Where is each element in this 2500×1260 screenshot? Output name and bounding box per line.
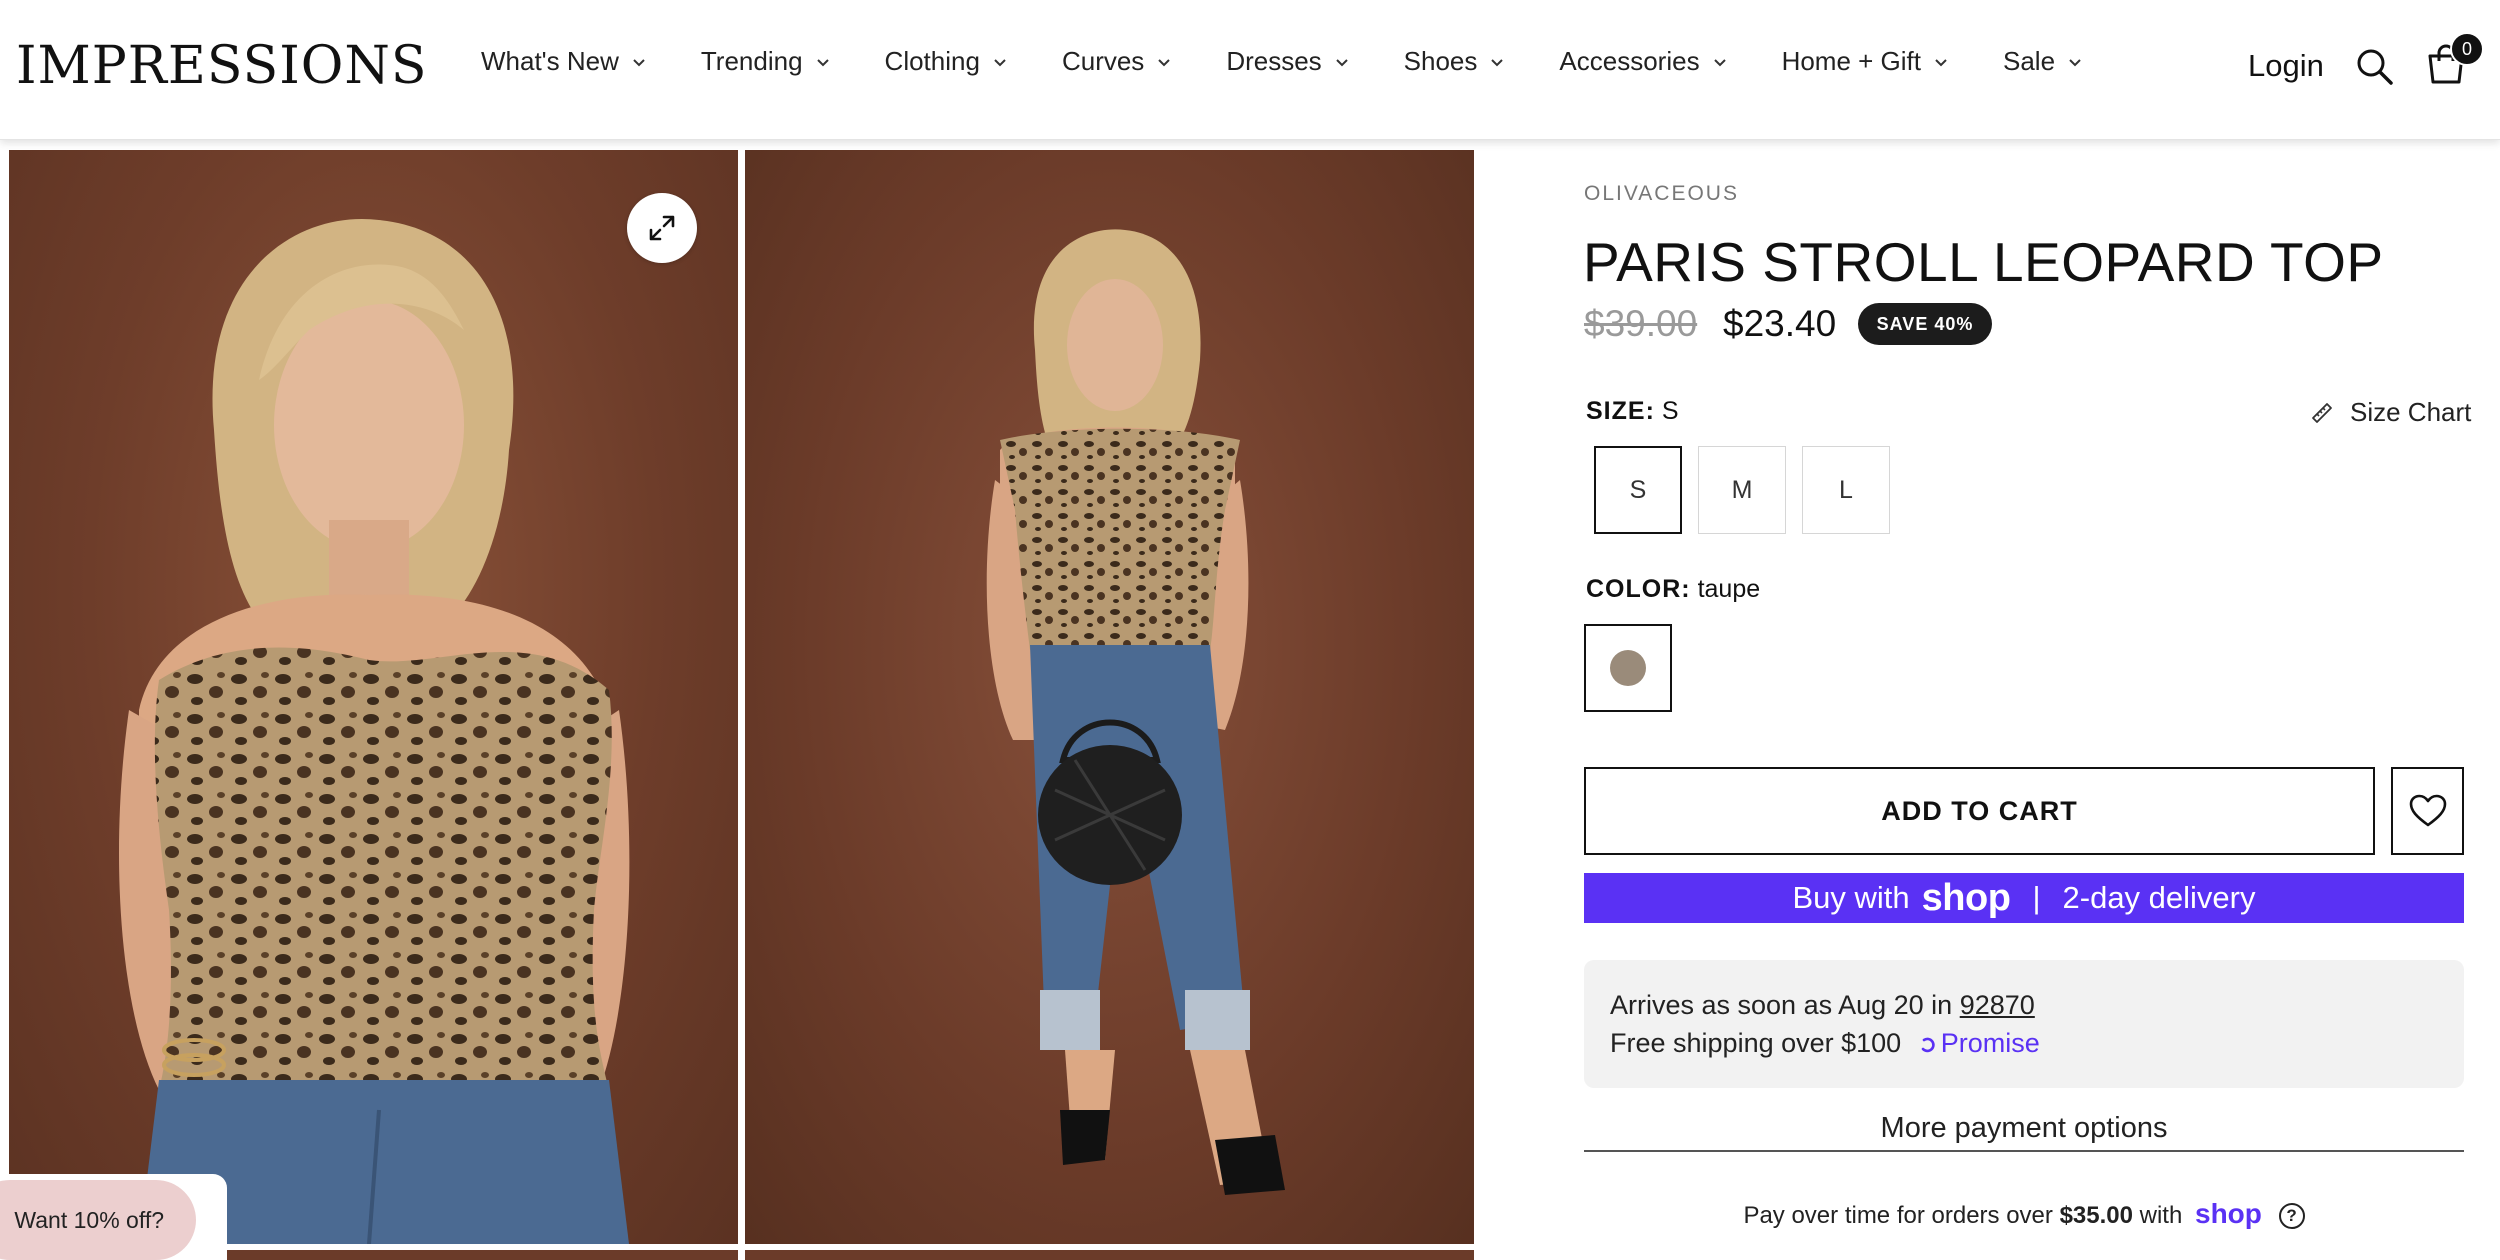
main-nav: What's New Trending Clothing Curves Dres… <box>481 46 2137 77</box>
nav-item-shoes[interactable]: Shoes <box>1404 46 1506 77</box>
ruler-icon <box>2312 402 2332 423</box>
product-image-full[interactable] <box>745 150 1474 1244</box>
shop-pay-suffix: 2-day delivery <box>2062 880 2256 915</box>
nav-item-accessories[interactable]: Accessories <box>1559 46 1727 77</box>
nav-item-dresses[interactable]: Dresses <box>1226 46 1349 77</box>
zip-code-link[interactable]: 92870 <box>1960 990 2035 1020</box>
arrival-line: Arrives as soon as Aug 20 in 92870 <box>1610 986 2438 1024</box>
chevron-down-icon <box>2069 58 2081 66</box>
color-selected-value: taupe <box>1697 575 1761 603</box>
arrival-text: Arrives as soon as Aug 20 in <box>1610 990 1953 1020</box>
site-header: IMPRESSIONS What's New Trending Clothing… <box>0 0 2500 140</box>
shop-logo: shop <box>1921 876 2011 919</box>
product-vendor[interactable]: OLIVACEOUS <box>1584 182 1739 206</box>
product-image-front[interactable] <box>9 150 738 1244</box>
color-label-key: COLOR: <box>1586 575 1691 603</box>
cart-count-badge: 0 <box>2450 32 2484 66</box>
save-badge: SAVE 40% <box>1858 303 1992 345</box>
chevron-down-icon <box>1935 58 1947 66</box>
size-selected-value: S <box>1661 397 1679 425</box>
shop-promise-badge[interactable]: Promise <box>1919 1028 2040 1058</box>
chevron-down-icon <box>1158 58 1171 66</box>
shop-pay-separator: | <box>2032 880 2041 915</box>
nav-item-label: Trending <box>700 46 803 76</box>
free-shipping-text: Free shipping over $100 <box>1610 1028 1902 1058</box>
chevron-down-icon <box>816 58 829 66</box>
login-link[interactable]: Login <box>2248 48 2324 84</box>
nav-item-label: Dresses <box>1226 46 1322 76</box>
expand-image-button[interactable] <box>627 193 697 263</box>
installments-note: Pay over time for orders over $35.00 wit… <box>1584 1198 2464 1230</box>
original-price: $39.00 <box>1584 303 1698 344</box>
site-logo[interactable]: IMPRESSIONS <box>16 36 428 96</box>
sale-price: $23.40 <box>1723 303 1837 344</box>
model-illustration-front <box>119 218 630 1244</box>
shipping-line: Free shipping over $100 Promise <box>1610 1024 2438 1062</box>
size-option-l[interactable]: L <box>1802 446 1890 534</box>
size-option-m[interactable]: M <box>1698 446 1786 534</box>
nav-item-label: Sale <box>2003 46 2056 76</box>
buy-with-shop-button[interactable]: Buy with shop | 2-day delivery <box>1584 873 2464 923</box>
nav-item-home-gift[interactable]: Home + Gift <box>1782 46 1949 77</box>
nav-item-sale[interactable]: Sale <box>2003 46 2083 77</box>
color-swatch-dot <box>1610 650 1646 686</box>
more-payment-options-link[interactable]: More payment options <box>1584 1112 2464 1152</box>
expand-icon <box>649 215 675 241</box>
nav-item-label: Accessories <box>1559 46 1700 76</box>
installments-prefix: Pay over time for orders over <box>1743 1202 2053 1229</box>
nav-item-curves[interactable]: Curves <box>1062 46 1172 77</box>
nav-item-label: What's New <box>481 46 619 76</box>
wishlist-button[interactable] <box>2391 767 2464 855</box>
size-option-label: SIZE: S <box>1586 397 1679 426</box>
color-option-label: COLOR: taupe <box>1586 575 1760 604</box>
add-to-cart-button[interactable]: ADD TO CART <box>1584 767 2375 855</box>
help-question-icon[interactable]: ? <box>2278 1203 2305 1229</box>
gallery-next-row-right <box>745 1250 1474 1260</box>
nav-item-label: Home + Gift <box>1781 46 1921 76</box>
size-chart-label: Size Chart <box>2350 397 2472 427</box>
chevron-down-icon <box>1713 58 1726 66</box>
shop-pay-prefix: Buy with <box>1792 880 1910 915</box>
installments-with: with <box>2139 1202 2183 1229</box>
nav-item-label: Curves <box>1061 46 1145 76</box>
nav-item-label: Shoes <box>1403 46 1478 76</box>
heart-icon <box>2409 794 2446 827</box>
model-illustration-full <box>986 229 1285 1195</box>
product-title: PARIS STROLL LEOPARD TOP <box>1583 231 2384 293</box>
chevron-down-icon <box>1491 58 1504 66</box>
shop-pay-installments-logo: shop <box>2195 1198 2262 1229</box>
chevron-down-icon <box>1335 58 1348 66</box>
installments-amount: $35.00 <box>2059 1202 2133 1229</box>
nav-item-clothing[interactable]: Clothing <box>885 46 1008 77</box>
nav-item-whats-new[interactable]: What's New <box>481 46 647 77</box>
delivery-estimate: Arrives as soon as Aug 20 in 92870 Free … <box>1584 960 2464 1088</box>
chevron-down-icon <box>994 58 1006 66</box>
nav-item-trending[interactable]: Trending <box>701 46 831 77</box>
discount-offer-button[interactable]: Want 10% off? <box>0 1180 196 1260</box>
size-label-key: SIZE: <box>1586 397 1655 425</box>
promise-label: Promise <box>1940 1028 2040 1058</box>
chevron-down-icon <box>633 58 645 66</box>
size-option-s[interactable]: S <box>1594 446 1682 534</box>
search-icon[interactable] <box>2354 46 2394 86</box>
color-swatch-taupe[interactable] <box>1584 624 1672 712</box>
promise-icon <box>1921 1037 1935 1053</box>
size-chart-link[interactable]: Size Chart <box>2310 397 2471 428</box>
nav-item-label: Clothing <box>884 46 980 76</box>
